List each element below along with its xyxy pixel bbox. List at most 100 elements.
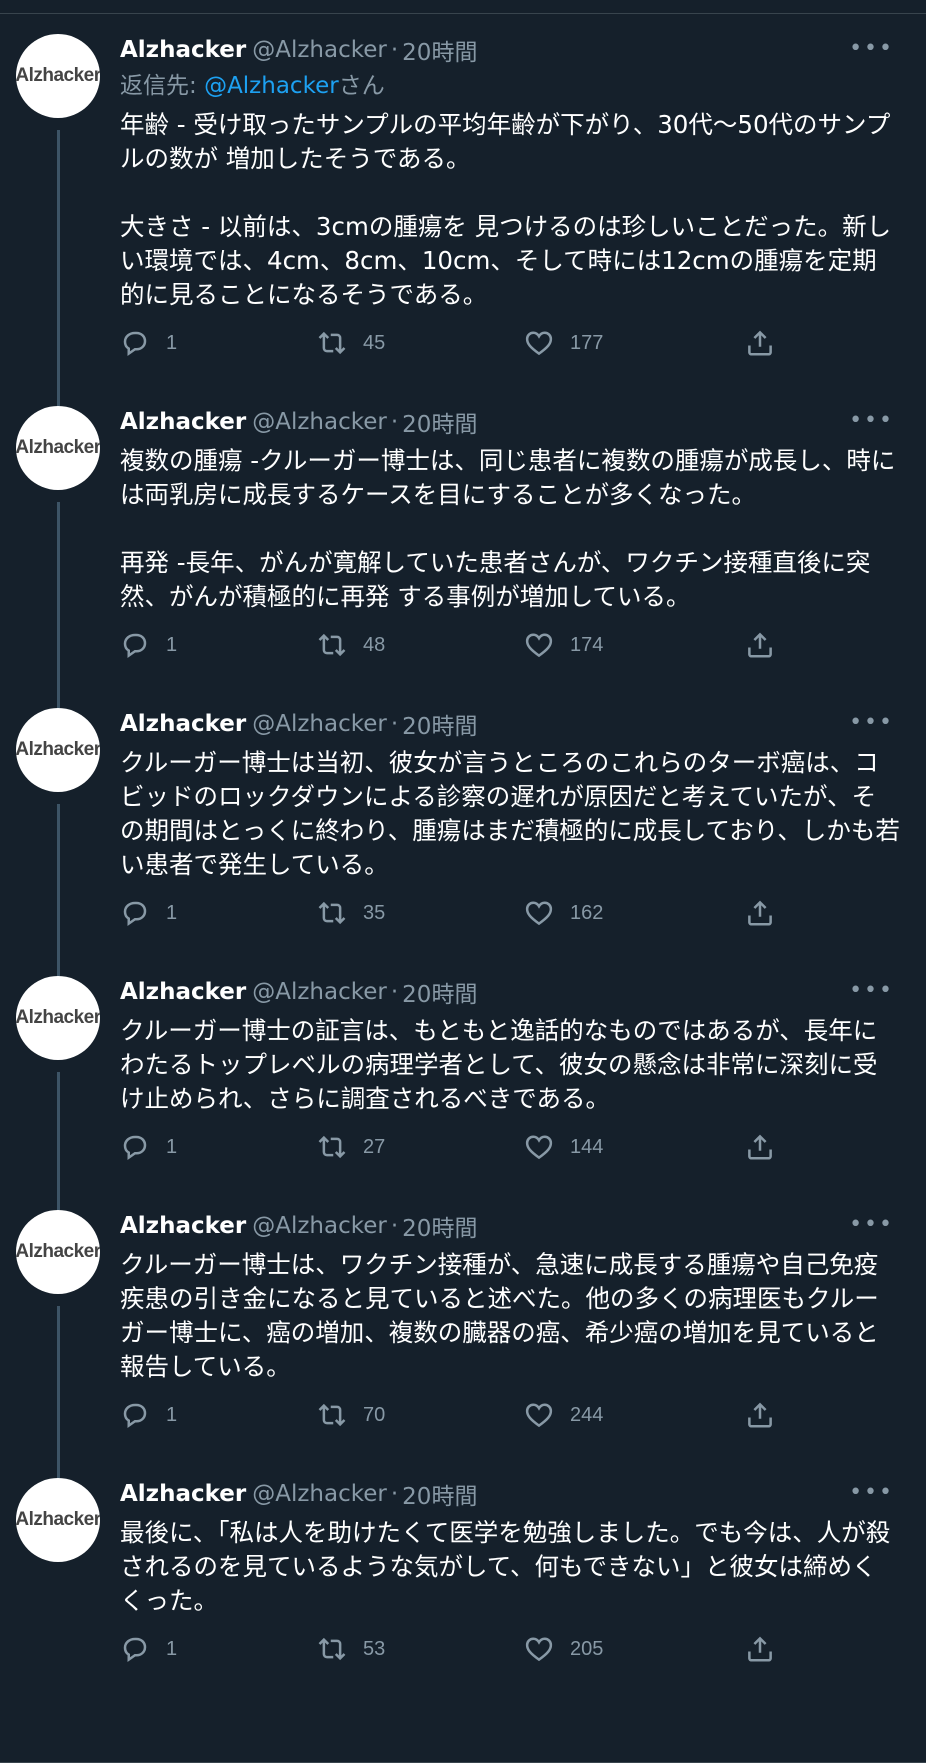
thread-connector-line (57, 956, 60, 976)
tweet-timestamp[interactable]: 20時間 (402, 975, 477, 1009)
reply-button[interactable]: 1 (120, 630, 317, 660)
tweet-content: Alzhacker @Alzhacker · 20時間 ••• 複数の腫瘍 -ク… (120, 406, 910, 688)
tweet[interactable]: Alzhacker Alzhacker @Alzhacker · 20時間 ••… (0, 688, 926, 956)
tweet-header: Alzhacker @Alzhacker · 20時間 ••• (120, 34, 910, 66)
author-handle[interactable]: @Alzhacker (252, 979, 387, 1005)
avatar[interactable]: Alzhacker (16, 1210, 100, 1294)
tweet-left-column: Alzhacker (16, 1458, 102, 1692)
thread-connector-line (57, 130, 60, 386)
retweet-button[interactable]: 27 (317, 1132, 524, 1162)
author-name[interactable]: Alzhacker (120, 1213, 246, 1239)
tweet-timestamp[interactable]: 20時間 (402, 1477, 477, 1511)
tweet[interactable]: Alzhacker Alzhacker @Alzhacker · 20時間 ••… (0, 14, 926, 386)
author-name[interactable]: Alzhacker (120, 979, 246, 1005)
like-count: 244 (570, 1403, 604, 1426)
reply-button[interactable]: 1 (120, 328, 317, 358)
more-icon[interactable]: ••• (849, 1212, 894, 1237)
tweet-header: Alzhacker @Alzhacker · 20時間 ••• (120, 708, 910, 740)
retweet-button[interactable]: 35 (317, 898, 524, 928)
share-button[interactable] (745, 1400, 775, 1430)
tweet-timestamp[interactable]: 20時間 (402, 1209, 477, 1243)
author-handle[interactable]: @Alzhacker (252, 711, 387, 737)
like-button[interactable]: 144 (524, 1132, 745, 1162)
tweet[interactable]: Alzhacker Alzhacker @Alzhacker · 20時間 ••… (0, 1458, 926, 1692)
separator-dot: · (390, 979, 399, 1005)
share-icon (748, 330, 772, 356)
author-name[interactable]: Alzhacker (120, 409, 246, 435)
retweet-button[interactable]: 45 (317, 328, 524, 358)
author-name[interactable]: Alzhacker (120, 711, 246, 737)
tweet[interactable]: Alzhacker Alzhacker @Alzhacker · 20時間 ••… (0, 386, 926, 688)
tweet-content: Alzhacker @Alzhacker · 20時間 ••• クルーガー博士は… (120, 708, 910, 956)
reply-icon (123, 1403, 147, 1429)
retweet-button[interactable]: 53 (317, 1634, 524, 1664)
avatar-logo: Alzhacker (16, 1241, 100, 1262)
reply-to-line: 返信先: @Alzhackerさん (120, 70, 910, 102)
like-button[interactable]: 174 (524, 630, 745, 660)
tweet[interactable]: Alzhacker Alzhacker @Alzhacker · 20時間 ••… (0, 956, 926, 1190)
share-button[interactable] (745, 1132, 775, 1162)
share-icon (748, 1636, 772, 1662)
retweet-button[interactable]: 48 (317, 630, 524, 660)
like-button[interactable]: 244 (524, 1400, 745, 1430)
like-button[interactable]: 205 (524, 1634, 745, 1664)
share-button[interactable] (745, 898, 775, 928)
thread-connector-line (57, 1072, 60, 1190)
reply-button[interactable]: 1 (120, 898, 317, 928)
more-icon[interactable]: ••• (849, 978, 894, 1003)
tweet-left-column: Alzhacker (16, 956, 102, 1190)
share-button[interactable] (745, 328, 775, 358)
reply-icon (123, 901, 147, 927)
thread-connector-line (57, 804, 60, 956)
heart-icon (525, 633, 553, 658)
avatar-logo: Alzhacker (16, 1007, 100, 1028)
like-button[interactable]: 177 (524, 328, 745, 358)
author-name[interactable]: Alzhacker (120, 1481, 246, 1507)
retweet-icon (318, 1637, 346, 1661)
tweet-actions: 1 45 177 (120, 326, 910, 360)
separator-dot: · (390, 1481, 399, 1507)
separator-dot: · (390, 37, 399, 63)
more-icon[interactable]: ••• (849, 710, 894, 735)
reply-button[interactable]: 1 (120, 1400, 317, 1430)
avatar[interactable]: Alzhacker (16, 406, 100, 490)
like-button[interactable]: 162 (524, 898, 745, 928)
author-handle[interactable]: @Alzhacker (252, 1213, 387, 1239)
tweet-timestamp[interactable]: 20時間 (402, 33, 477, 67)
author-handle[interactable]: @Alzhacker (252, 409, 387, 435)
tweet-actions: 1 70 244 (120, 1398, 910, 1432)
more-icon[interactable]: ••• (849, 1480, 894, 1505)
tweet-header: Alzhacker @Alzhacker · 20時間 ••• (120, 1210, 910, 1242)
tweet-text: 最後に、「私は人を助けたくて医学を勉強しました。でも今は、人が殺されるのを見てい… (120, 1518, 891, 1615)
top-divider (0, 0, 926, 14)
reply-icon (123, 1637, 147, 1663)
author-handle[interactable]: @Alzhacker (252, 1481, 387, 1507)
avatar[interactable]: Alzhacker (16, 1478, 100, 1562)
author-name[interactable]: Alzhacker (120, 37, 246, 63)
more-icon[interactable]: ••• (849, 408, 894, 433)
avatar[interactable]: Alzhacker (16, 34, 100, 118)
avatar[interactable]: Alzhacker (16, 708, 100, 792)
thread-connector-line (57, 502, 60, 688)
avatar[interactable]: Alzhacker (16, 976, 100, 1060)
reply-button[interactable]: 1 (120, 1634, 317, 1664)
tweet[interactable]: Alzhacker Alzhacker @Alzhacker · 20時間 ••… (0, 1190, 926, 1458)
share-button[interactable] (745, 1634, 775, 1664)
retweet-button[interactable]: 70 (317, 1400, 524, 1430)
retweet-count: 48 (363, 633, 386, 656)
tweet-timestamp[interactable]: 20時間 (402, 405, 477, 439)
reply-button[interactable]: 1 (120, 1132, 317, 1162)
retweet-count: 27 (363, 1135, 386, 1158)
tweet-content: Alzhacker @Alzhacker · 20時間 ••• クルーガー博士は… (120, 1210, 910, 1458)
tweet-actions: 1 35 162 (120, 896, 910, 930)
reply-mention-link[interactable]: @Alzhacker (204, 73, 339, 99)
like-count: 174 (570, 633, 604, 656)
author-handle[interactable]: @Alzhacker (252, 37, 387, 63)
thread-connector-line (57, 1458, 60, 1478)
tweet-timestamp[interactable]: 20時間 (402, 707, 477, 741)
share-button[interactable] (745, 630, 775, 660)
more-icon[interactable]: ••• (849, 36, 894, 61)
retweet-icon (318, 901, 346, 925)
separator-dot: · (390, 711, 399, 737)
tweet-content: Alzhacker @Alzhacker · 20時間 ••• 返信先: @Al… (120, 34, 910, 386)
